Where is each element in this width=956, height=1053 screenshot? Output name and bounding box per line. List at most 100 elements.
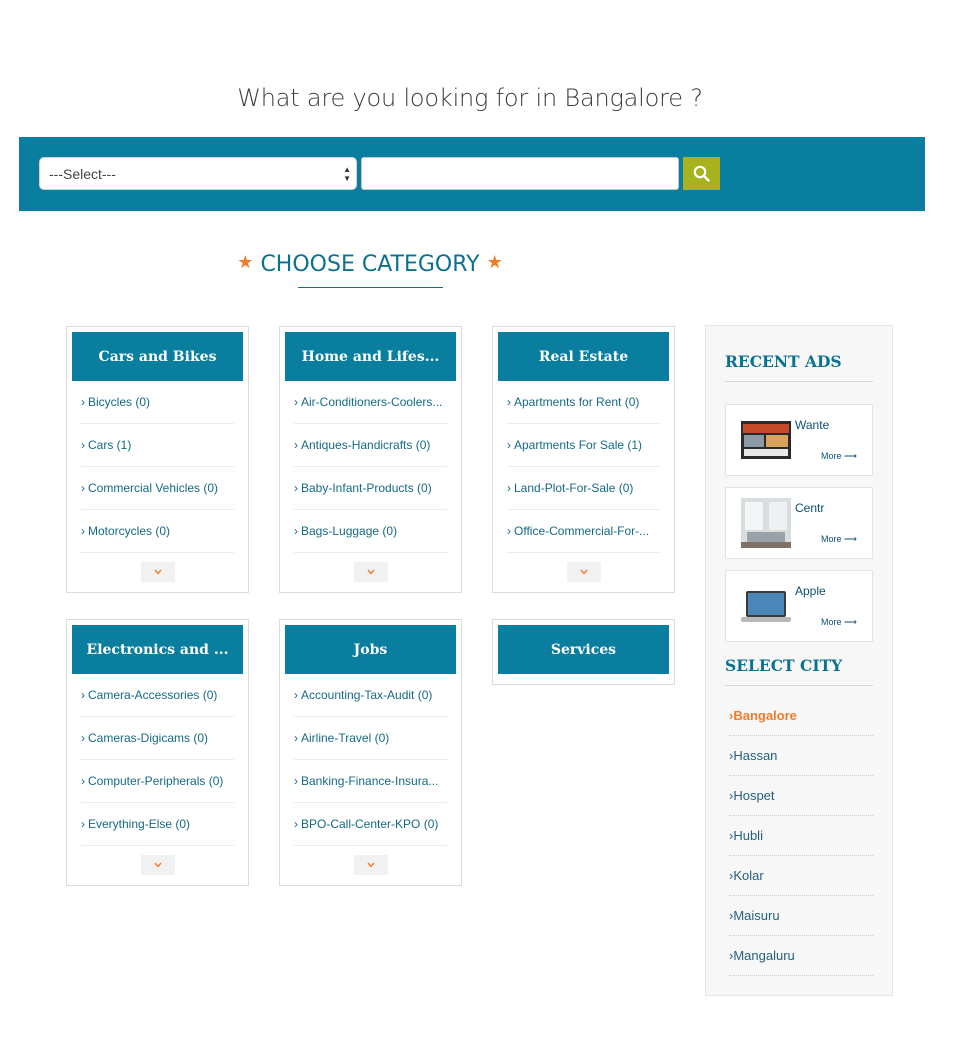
- ad-more-link[interactable]: More ⟶: [821, 617, 857, 628]
- category-item[interactable]: › Motorcycles (0): [81, 510, 234, 553]
- category-item-label: Everything-Else (0): [88, 817, 191, 831]
- category-item[interactable]: › Baby-Infant-Products (0): [294, 467, 447, 510]
- divider: [725, 685, 873, 686]
- recent-ad-card[interactable]: Centr More ⟶: [725, 487, 873, 559]
- search-input[interactable]: [361, 157, 679, 190]
- category-item-label: Accounting-Tax-Audit (0): [301, 688, 433, 702]
- sidebar: RECENT ADS Wante More ⟶ Centr More ⟶ App…: [705, 325, 893, 996]
- interior-room-image: [741, 498, 791, 548]
- category-header[interactable]: Services: [498, 625, 669, 674]
- search-icon: [693, 165, 710, 182]
- category-card: Real Estate › Apartments for Rent (0) › Ap…: [492, 326, 675, 593]
- category-select-value: ---Select---: [49, 166, 116, 182]
- category-item[interactable]: › Office-Commercial-For-...: [507, 510, 660, 553]
- category-item[interactable]: › Cameras-Digicams (0): [81, 717, 234, 760]
- category-item-label: Motorcycles (0): [88, 524, 171, 538]
- category-item-label: Computer-Peripherals (0): [88, 774, 224, 788]
- category-item[interactable]: › Apartments for Rent (0): [507, 381, 660, 424]
- select-arrows-icon: ▲ ▼: [343, 165, 351, 183]
- chevron-down-icon: [153, 569, 162, 575]
- chevron-right-icon: ›: [294, 524, 298, 538]
- category-item[interactable]: › Air-Conditioners-Coolers...: [294, 381, 447, 424]
- category-header[interactable]: Electronics and ...: [72, 625, 243, 674]
- category-item-label: Apartments For Sale (1): [514, 438, 643, 452]
- category-item-label: Commercial Vehicles (0): [88, 481, 219, 495]
- category-header[interactable]: Cars and Bikes: [72, 332, 243, 381]
- category-item-label: Bicycles (0): [88, 395, 151, 409]
- chevron-down-icon: [579, 569, 588, 575]
- category-item[interactable]: › Commercial Vehicles (0): [81, 467, 234, 510]
- chevron-right-icon: ›: [507, 438, 511, 452]
- category-item[interactable]: › Airline-Travel (0): [294, 717, 447, 760]
- category-item[interactable]: › Bicycles (0): [81, 381, 234, 424]
- city-link-maisuru[interactable]: ›Maisuru: [729, 896, 873, 936]
- category-card: Cars and Bikes › Bicycles (0) › Cars (1) ›…: [66, 326, 249, 593]
- category-card: Services: [492, 619, 675, 685]
- star-icon: ★: [486, 252, 503, 273]
- city-link-bangalore[interactable]: ›Bangalore: [729, 696, 873, 736]
- chevron-right-icon: ›: [81, 774, 85, 788]
- chevron-down-icon: [366, 569, 375, 575]
- ad-more-link[interactable]: More ⟶: [821, 451, 857, 462]
- star-icon: ★: [237, 252, 254, 273]
- expand-more-button[interactable]: [353, 562, 388, 582]
- category-item[interactable]: › Camera-Accessories (0): [81, 674, 234, 717]
- category-item[interactable]: › Land-Plot-For-Sale (0): [507, 467, 660, 510]
- expand-more-button[interactable]: [140, 562, 175, 582]
- recent-ad-card[interactable]: Apple More ⟶: [725, 570, 873, 642]
- chevron-right-icon: ›: [507, 395, 511, 409]
- city-link-hospet[interactable]: ›Hospet: [729, 776, 873, 816]
- category-item[interactable]: › Bags-Luggage (0): [294, 510, 447, 553]
- category-item-label: Antiques-Handicrafts (0): [301, 438, 431, 452]
- category-item[interactable]: › Computer-Peripherals (0): [81, 760, 234, 803]
- recent-ad-card[interactable]: Wante More ⟶: [725, 404, 873, 476]
- category-card: Electronics and ... › Camera-Accessories …: [66, 619, 249, 886]
- chevron-right-icon: ›: [507, 481, 511, 495]
- select-city-title: SELECT CITY: [725, 656, 843, 675]
- category-item-label: Office-Commercial-For-...: [514, 524, 650, 538]
- chevron-right-icon: ›: [81, 817, 85, 831]
- category-item[interactable]: › Cars (1): [81, 424, 234, 467]
- category-item-label: Baby-Infant-Products (0): [301, 481, 432, 495]
- ad-more-link[interactable]: More ⟶: [821, 534, 857, 545]
- search-button[interactable]: [683, 157, 720, 190]
- category-card: Home and Lifes... › Air-Conditioners-Cool…: [279, 326, 462, 593]
- expand-more-button[interactable]: [566, 562, 601, 582]
- category-item[interactable]: › Accounting-Tax-Audit (0): [294, 674, 447, 717]
- category-header[interactable]: Jobs: [285, 625, 456, 674]
- expand-more-button[interactable]: [140, 855, 175, 875]
- category-header[interactable]: Home and Lifes...: [285, 332, 456, 381]
- choose-category-label: CHOOSE CATEGORY: [260, 252, 480, 277]
- chevron-right-icon: ›: [294, 438, 298, 452]
- category-item-label: Land-Plot-For-Sale (0): [514, 481, 634, 495]
- category-item[interactable]: › Apartments For Sale (1): [507, 424, 660, 467]
- city-link-mangaluru[interactable]: ›Mangaluru: [729, 936, 873, 976]
- category-item[interactable]: › BPO-Call-Center-KPO (0): [294, 803, 447, 846]
- category-item[interactable]: › Banking-Finance-Insura...: [294, 760, 447, 803]
- category-item[interactable]: › Antiques-Handicrafts (0): [294, 424, 447, 467]
- category-header[interactable]: Real Estate: [498, 332, 669, 381]
- expand-more-button[interactable]: [353, 855, 388, 875]
- ad-title: Wante: [795, 418, 830, 432]
- chevron-right-icon: ›: [294, 817, 298, 831]
- page-heading: What are you looking for in Bangalore ?: [237, 84, 703, 112]
- chevron-right-icon: ›: [294, 688, 298, 702]
- city-link-hubli[interactable]: ›Hubli: [729, 816, 873, 856]
- chevron-right-icon: ›: [294, 774, 298, 788]
- laptop-image: [741, 591, 791, 622]
- website-screenshot-image: [741, 421, 791, 459]
- title-underline: [298, 287, 443, 288]
- city-link-hassan[interactable]: ›Hassan: [729, 736, 873, 776]
- chevron-down-icon: [366, 862, 375, 868]
- category-card: Jobs › Accounting-Tax-Audit (0) › Airline-…: [279, 619, 462, 886]
- category-item-label: BPO-Call-Center-KPO (0): [301, 817, 439, 831]
- category-item[interactable]: › Everything-Else (0): [81, 803, 234, 846]
- ad-title: Apple: [795, 584, 826, 598]
- city-link-kolar[interactable]: ›Kolar: [729, 856, 873, 896]
- category-select[interactable]: ---Select--- ▲ ▼: [39, 157, 357, 190]
- category-item-label: Banking-Finance-Insura...: [301, 774, 439, 788]
- chevron-right-icon: ›: [294, 731, 298, 745]
- chevron-right-icon: ›: [81, 438, 85, 452]
- chevron-right-icon: ›: [81, 395, 85, 409]
- chevron-right-icon: ›: [81, 688, 85, 702]
